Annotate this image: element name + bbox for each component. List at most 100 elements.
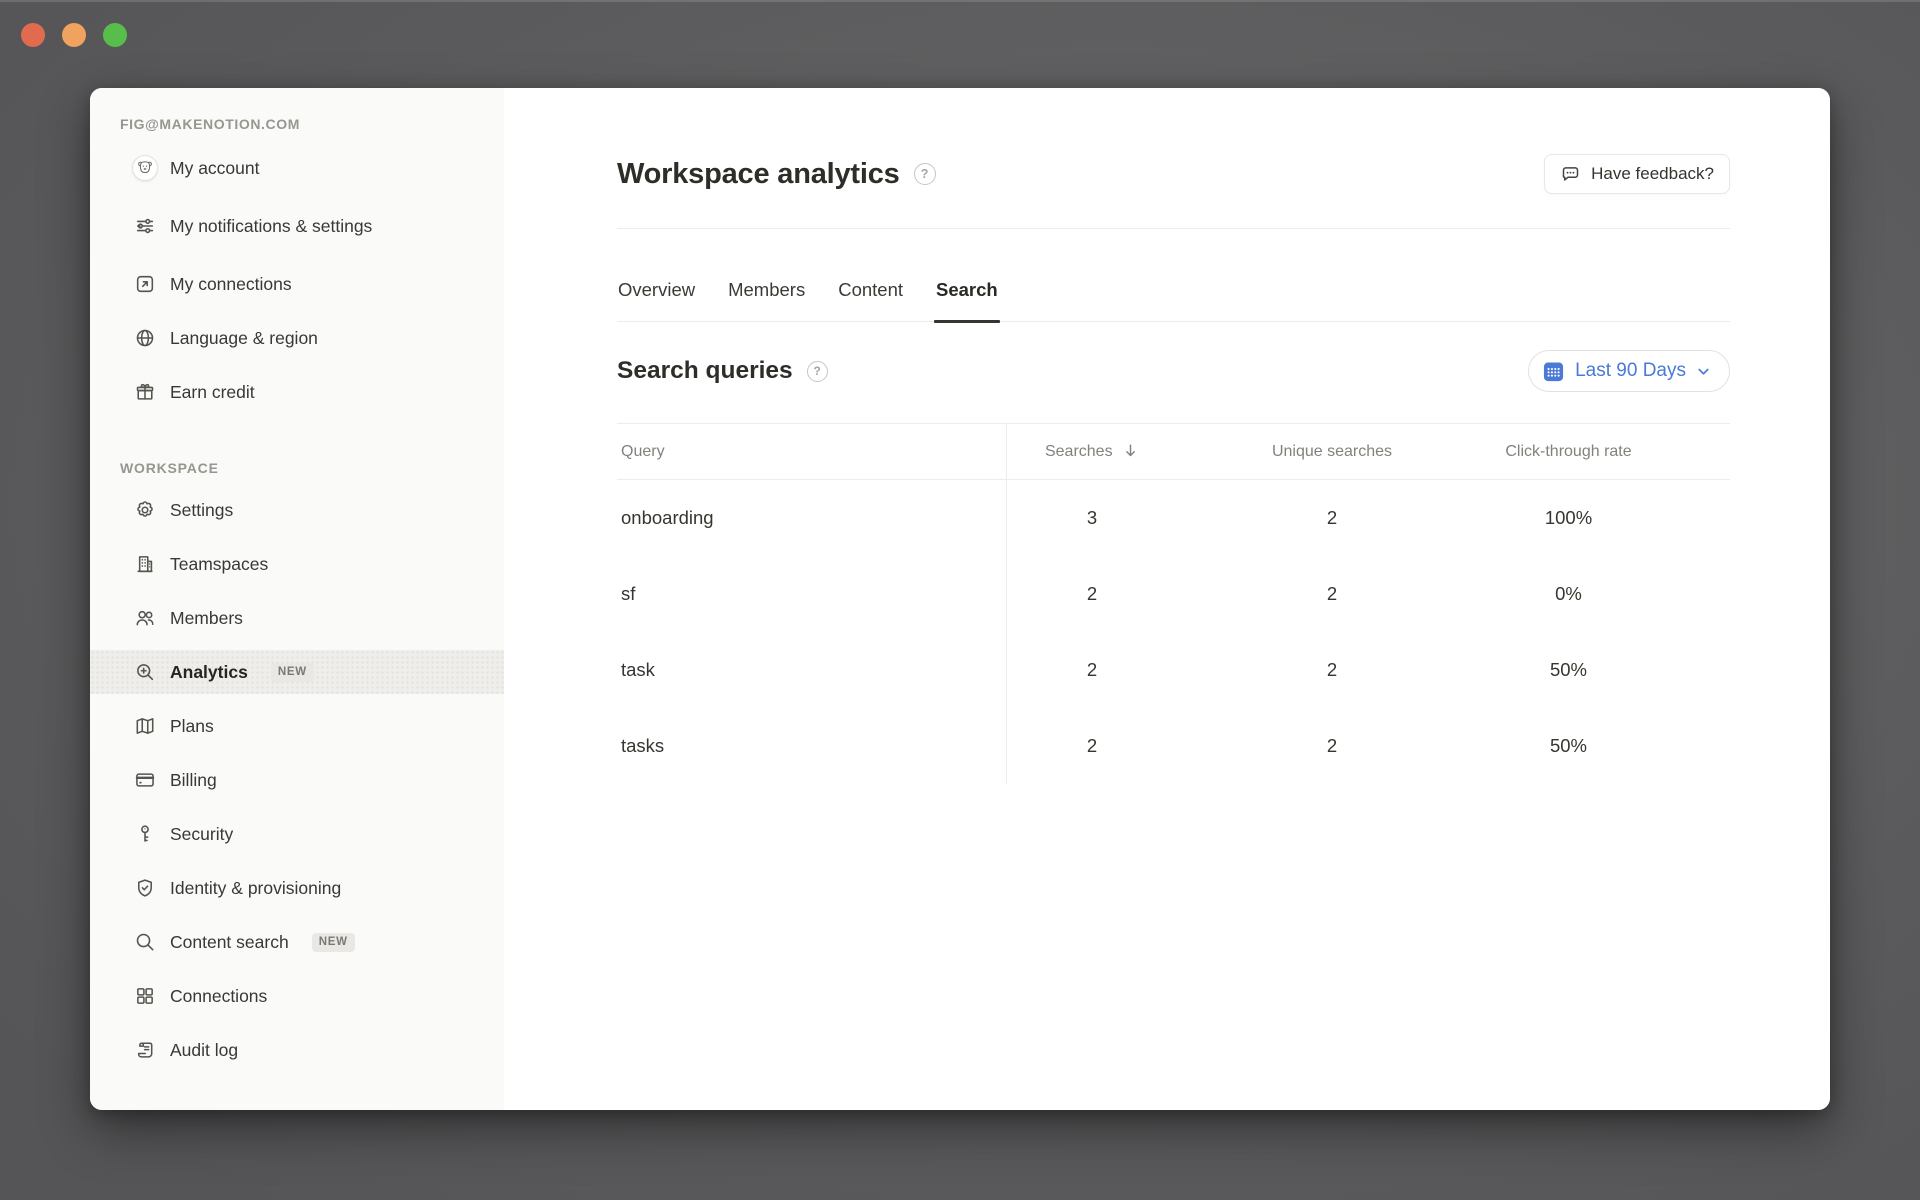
sidebar-item-security[interactable]: Security bbox=[90, 812, 504, 856]
cell-unique-searches: 2 bbox=[1177, 735, 1487, 757]
workspace-settings-list: Settings Teamspaces Members Analytics NEW Pla… bbox=[90, 488, 504, 1072]
sidebar-item-audit-log[interactable]: Audit log bbox=[90, 1028, 504, 1072]
sidebar-item-earn-credit[interactable]: Earn credit bbox=[90, 370, 504, 414]
new-badge: NEW bbox=[271, 663, 314, 682]
date-range-label: Last 90 Days bbox=[1575, 360, 1686, 382]
sidebar-item-label: Plans bbox=[170, 713, 214, 739]
grid-icon bbox=[132, 983, 158, 1009]
tab-members[interactable]: Members bbox=[727, 229, 806, 321]
cell-click-through-rate: 100% bbox=[1487, 507, 1730, 529]
sidebar-item-analytics[interactable]: Analytics NEW bbox=[90, 650, 504, 694]
account-settings-list: My account My notifications & settings My … bbox=[90, 146, 504, 414]
table-row-task: task2250% bbox=[617, 632, 1730, 708]
sidebar-item-label: Identity & provisioning bbox=[170, 875, 341, 901]
sidebar-item-label: My connections bbox=[170, 271, 292, 297]
sidebar-item-label: Earn credit bbox=[170, 379, 255, 405]
workspace-section-heading: WORKSPACE bbox=[90, 460, 504, 476]
gift-icon bbox=[132, 379, 158, 405]
cell-query: sf bbox=[617, 556, 1007, 632]
sidebar-item-members[interactable]: Members bbox=[90, 596, 504, 640]
sidebar-item-label: My notifications & settings bbox=[170, 213, 372, 239]
section-title: Search queries bbox=[617, 357, 793, 385]
section-header: Search queries ? Last 90 Days bbox=[617, 350, 1730, 392]
table-row-sf: sf220% bbox=[617, 556, 1730, 632]
cell-click-through-rate: 0% bbox=[1487, 583, 1730, 605]
have-feedback-button[interactable]: Have feedback? bbox=[1544, 154, 1730, 194]
sidebar-item-my-connections[interactable]: My connections bbox=[90, 262, 504, 306]
sidebar-item-teamspaces[interactable]: Teamspaces bbox=[90, 542, 504, 586]
column-header-unique-searches[interactable]: Unique searches bbox=[1177, 443, 1487, 461]
avatar bbox=[132, 155, 158, 181]
sidebar-item-label: My account bbox=[170, 155, 259, 181]
calendar-icon bbox=[1541, 359, 1566, 384]
sidebar-item-my-account[interactable]: My account bbox=[90, 146, 504, 190]
cell-searches: 2 bbox=[1007, 735, 1177, 757]
sidebar-item-plans[interactable]: Plans bbox=[90, 704, 504, 748]
cell-query: tasks bbox=[617, 708, 1007, 784]
cell-query: task bbox=[617, 632, 1007, 708]
sidebar-item-language-region[interactable]: Language & region bbox=[90, 316, 504, 360]
sidebar-item-label: Connections bbox=[170, 983, 267, 1009]
minimize-button[interactable] bbox=[62, 23, 86, 47]
cell-click-through-rate: 50% bbox=[1487, 659, 1730, 681]
account-email-heading: FIG@MAKENOTION.COM bbox=[90, 116, 504, 132]
column-header-searches[interactable]: Searches bbox=[1007, 442, 1177, 461]
sidebar-item-label: Teamspaces bbox=[170, 551, 268, 577]
sidebar-item-label: Content search bbox=[170, 929, 289, 955]
page-title: Workspace analytics bbox=[617, 158, 900, 191]
sidebar-item-label: Members bbox=[170, 605, 243, 631]
sidebar-item-label: Audit log bbox=[170, 1037, 238, 1063]
cell-unique-searches: 2 bbox=[1177, 659, 1487, 681]
table-row-tasks: tasks2250% bbox=[617, 708, 1730, 784]
sort-desc-arrow-icon bbox=[1122, 442, 1139, 459]
cell-searches: 2 bbox=[1007, 659, 1177, 681]
sidebar-item-identity-provisioning[interactable]: Identity & provisioning bbox=[90, 866, 504, 910]
new-badge: NEW bbox=[312, 933, 355, 952]
window-controls bbox=[21, 23, 127, 47]
sidebar-item-connections[interactable]: Connections bbox=[90, 974, 504, 1018]
sidebar-item-settings[interactable]: Settings bbox=[90, 488, 504, 532]
search-queries-table: QuerySearches Unique searchesClick-throu… bbox=[617, 423, 1730, 784]
sidebar-item-label: Billing bbox=[170, 767, 217, 793]
cell-searches: 3 bbox=[1007, 507, 1177, 529]
sidebar-item-label: Settings bbox=[170, 497, 233, 523]
tab-overview[interactable]: Overview bbox=[617, 229, 696, 321]
tab-search[interactable]: Search bbox=[935, 229, 999, 321]
main-content: Workspace analytics ? Have feedback? Ove… bbox=[504, 88, 1830, 1110]
sidebar-item-label: Language & region bbox=[170, 325, 318, 351]
sidebar-item-billing[interactable]: Billing bbox=[90, 758, 504, 802]
cell-searches: 2 bbox=[1007, 583, 1177, 605]
chevron-down-icon bbox=[1695, 363, 1712, 380]
shield-check-icon bbox=[132, 875, 158, 901]
column-header-query[interactable]: Query bbox=[617, 424, 1007, 479]
sidebar-item-label: Analytics bbox=[170, 659, 248, 685]
help-icon[interactable]: ? bbox=[807, 361, 828, 382]
settings-sidebar: FIG@MAKENOTION.COM My account My notifica… bbox=[90, 88, 504, 1110]
sidebar-item-content-search[interactable]: Content search NEW bbox=[90, 920, 504, 964]
cell-query: onboarding bbox=[617, 480, 1007, 556]
column-header-click-through-rate[interactable]: Click-through rate bbox=[1487, 443, 1730, 461]
building-icon bbox=[132, 551, 158, 577]
sidebar-item-my-notifications-settings[interactable]: My notifications & settings bbox=[90, 200, 504, 252]
sidebar-item-label: Security bbox=[170, 821, 233, 847]
analytics-tabs: Overview Members Content Search bbox=[617, 229, 1730, 322]
people-icon bbox=[132, 605, 158, 631]
cell-click-through-rate: 50% bbox=[1487, 735, 1730, 757]
page-header: Workspace analytics ? Have feedback? bbox=[617, 154, 1730, 194]
table-body: onboarding32100%sf220%task2250%tasks2250… bbox=[617, 480, 1730, 784]
credit-card-icon bbox=[132, 767, 158, 793]
map-icon bbox=[132, 713, 158, 739]
date-range-dropdown[interactable]: Last 90 Days bbox=[1528, 350, 1730, 392]
feedback-button-label: Have feedback? bbox=[1591, 164, 1714, 184]
close-button[interactable] bbox=[21, 23, 45, 47]
chat-bubble-icon bbox=[1560, 164, 1581, 185]
table-header-row: QuerySearches Unique searchesClick-throu… bbox=[617, 423, 1730, 480]
sliders-icon bbox=[132, 213, 158, 239]
settings-window: FIG@MAKENOTION.COM My account My notifica… bbox=[90, 88, 1830, 1110]
desktop-background: FIG@MAKENOTION.COM My account My notifica… bbox=[0, 0, 1920, 1200]
tab-content[interactable]: Content bbox=[837, 229, 904, 321]
help-icon[interactable]: ? bbox=[914, 163, 936, 185]
table-row-onboarding: onboarding32100% bbox=[617, 480, 1730, 556]
zoom-button[interactable] bbox=[103, 23, 127, 47]
gear-icon bbox=[132, 497, 158, 523]
